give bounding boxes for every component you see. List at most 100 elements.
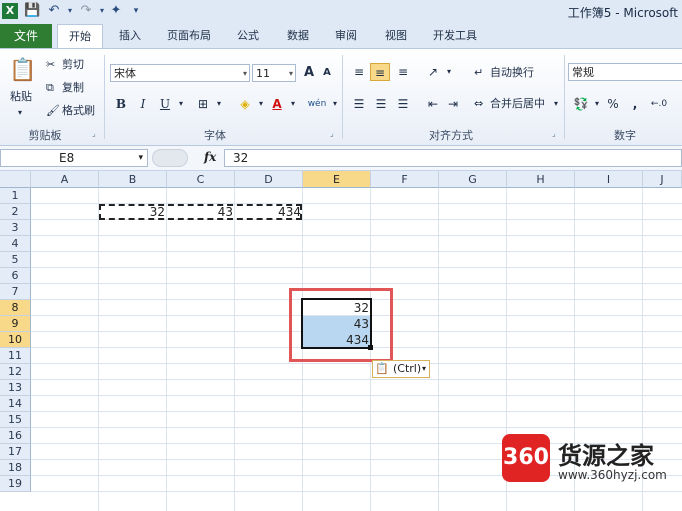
row-header[interactable]: 11 (0, 348, 31, 364)
redo-icon[interactable]: ↷ (78, 3, 94, 19)
number-format-value: 常规 (572, 66, 594, 79)
row-header[interactable]: 17 (0, 444, 31, 460)
gridline (31, 395, 682, 396)
decrease-indent-icon[interactable]: ⇤ (424, 95, 442, 113)
italic-button[interactable]: I (134, 95, 152, 113)
align-middle-icon[interactable]: ≡ (370, 63, 390, 81)
save-icon[interactable]: 💾 (24, 3, 40, 19)
fx-button[interactable]: fx (204, 150, 216, 164)
name-box[interactable]: E8 ▾ (0, 149, 148, 167)
alignment-launcher-icon[interactable]: ⌟ (552, 129, 556, 138)
font-launcher-icon[interactable]: ⌟ (330, 129, 334, 138)
undo-dropdown-icon[interactable]: ▾ (62, 3, 78, 19)
clipboard-group-label: 剪贴板 (28, 129, 62, 142)
tab-review[interactable]: 审阅 (328, 26, 364, 46)
tab-insert[interactable]: 插入 (112, 26, 148, 46)
row-header[interactable]: 14 (0, 396, 31, 412)
paste-icon[interactable]: 📋 (8, 55, 38, 87)
column-header-j[interactable]: J (643, 171, 682, 188)
row-header[interactable]: 8 (0, 300, 31, 316)
column-header-a[interactable]: A (31, 171, 99, 188)
row-header[interactable]: 9 (0, 316, 31, 332)
row-header[interactable]: 19 (0, 476, 31, 492)
borders-dropdown-icon[interactable]: ▾ (210, 95, 228, 113)
row-header[interactable]: 7 (0, 284, 31, 300)
merge-center-icon[interactable]: ⇔ (474, 96, 483, 112)
wrap-text-icon[interactable]: ↵ (474, 65, 483, 81)
column-header-e[interactable]: E (303, 171, 371, 188)
percent-button[interactable]: % (604, 95, 622, 113)
row-header[interactable]: 4 (0, 236, 31, 252)
align-left-icon[interactable]: ☰ (350, 95, 368, 113)
paste-options-button[interactable]: 📋 (Ctrl) ▾ (372, 360, 430, 378)
grow-font-button[interactable]: A (300, 64, 318, 82)
increase-decimal-icon[interactable]: ←.0 (650, 95, 668, 113)
tab-file[interactable]: 文件 (0, 24, 52, 48)
align-top-icon[interactable]: ≡ (350, 63, 368, 81)
phonetic-icon[interactable]: wén (306, 95, 328, 113)
tab-home[interactable]: 开始 (57, 24, 103, 49)
tab-formulas[interactable]: 公式 (230, 26, 266, 46)
column-header-i[interactable]: I (575, 171, 643, 188)
wrap-text-button[interactable]: 自动换行 (490, 65, 534, 81)
row-header[interactable]: 10 (0, 332, 31, 348)
row-header[interactable]: 1 (0, 188, 31, 204)
number-format-select[interactable]: 常规 (568, 63, 682, 81)
select-all-corner[interactable] (0, 171, 31, 188)
tab-view[interactable]: 视图 (378, 26, 414, 46)
row-header[interactable]: 15 (0, 412, 31, 428)
paste-dropdown-icon[interactable]: ▾ (18, 105, 22, 121)
gridline (31, 283, 682, 284)
font-color-dropdown-icon[interactable]: ▾ (284, 95, 302, 113)
gridline (31, 379, 682, 380)
row-header[interactable]: 2 (0, 204, 31, 220)
formula-bar-expander[interactable] (152, 149, 188, 167)
tab-data[interactable]: 数据 (280, 26, 316, 46)
ribbon: 📋 粘贴 ▾ ✂ 剪切 ⧉ 复制 🖌 格式刷 剪贴板 ⌟ 宋体 ▾ 11 ▾ A… (0, 48, 682, 146)
column-header-h[interactable]: H (507, 171, 575, 188)
column-header-g[interactable]: G (439, 171, 507, 188)
orientation-dropdown-icon[interactable]: ▾ (440, 63, 458, 81)
row-header[interactable]: 16 (0, 428, 31, 444)
undo-icon[interactable]: ↶ (46, 3, 62, 19)
cell-b2[interactable]: 32 (99, 204, 167, 220)
row-header[interactable]: 12 (0, 364, 31, 380)
align-bottom-icon[interactable]: ≡ (394, 63, 412, 81)
merge-center-button[interactable]: 合并后居中 (490, 96, 545, 112)
row-header[interactable]: 13 (0, 380, 31, 396)
font-size-select[interactable]: 11 ▾ (252, 64, 296, 82)
copy-icon[interactable]: ⧉ (46, 80, 54, 96)
copy-button[interactable]: 复制 (62, 80, 84, 96)
bold-button[interactable]: B (112, 95, 130, 113)
column-header-c[interactable]: C (167, 171, 235, 188)
cut-button[interactable]: 剪切 (62, 57, 84, 73)
formula-input[interactable]: 32 (224, 149, 682, 167)
comma-button[interactable]: , (626, 95, 644, 113)
cell-d2[interactable]: 434 (235, 204, 303, 220)
row-header[interactable]: 18 (0, 460, 31, 476)
tab-page-layout[interactable]: 页面布局 (160, 26, 218, 46)
row-header[interactable]: 5 (0, 252, 31, 268)
format-painter-icon[interactable]: 🖌 (46, 103, 60, 119)
increase-indent-icon[interactable]: ⇥ (444, 95, 462, 113)
shrink-font-button[interactable]: A (318, 64, 336, 82)
cut-icon[interactable]: ✂ (46, 57, 55, 73)
column-header-d[interactable]: D (235, 171, 303, 188)
cell-c2[interactable]: 43 (167, 204, 235, 220)
wand-icon[interactable]: ✦ (108, 3, 124, 19)
row-header[interactable]: 6 (0, 268, 31, 284)
paste-button[interactable]: 粘贴 (10, 89, 32, 105)
customize-qat-icon[interactable]: ▾ (128, 3, 144, 19)
font-name-select[interactable]: 宋体 ▾ (110, 64, 250, 82)
align-right-icon[interactable]: ☰ (394, 95, 412, 113)
column-header-b[interactable]: B (99, 171, 167, 188)
align-center-icon[interactable]: ☰ (372, 95, 390, 113)
column-header-f[interactable]: F (371, 171, 439, 188)
merge-dropdown-icon[interactable]: ▾ (554, 96, 558, 112)
chevron-down-icon: ▾ (288, 69, 293, 78)
underline-dropdown-icon[interactable]: ▾ (172, 95, 190, 113)
tab-developer[interactable]: 开发工具 (426, 26, 484, 46)
clipboard-launcher-icon[interactable]: ⌟ (92, 129, 96, 138)
row-header[interactable]: 3 (0, 220, 31, 236)
format-painter-button[interactable]: 格式刷 (62, 103, 95, 119)
